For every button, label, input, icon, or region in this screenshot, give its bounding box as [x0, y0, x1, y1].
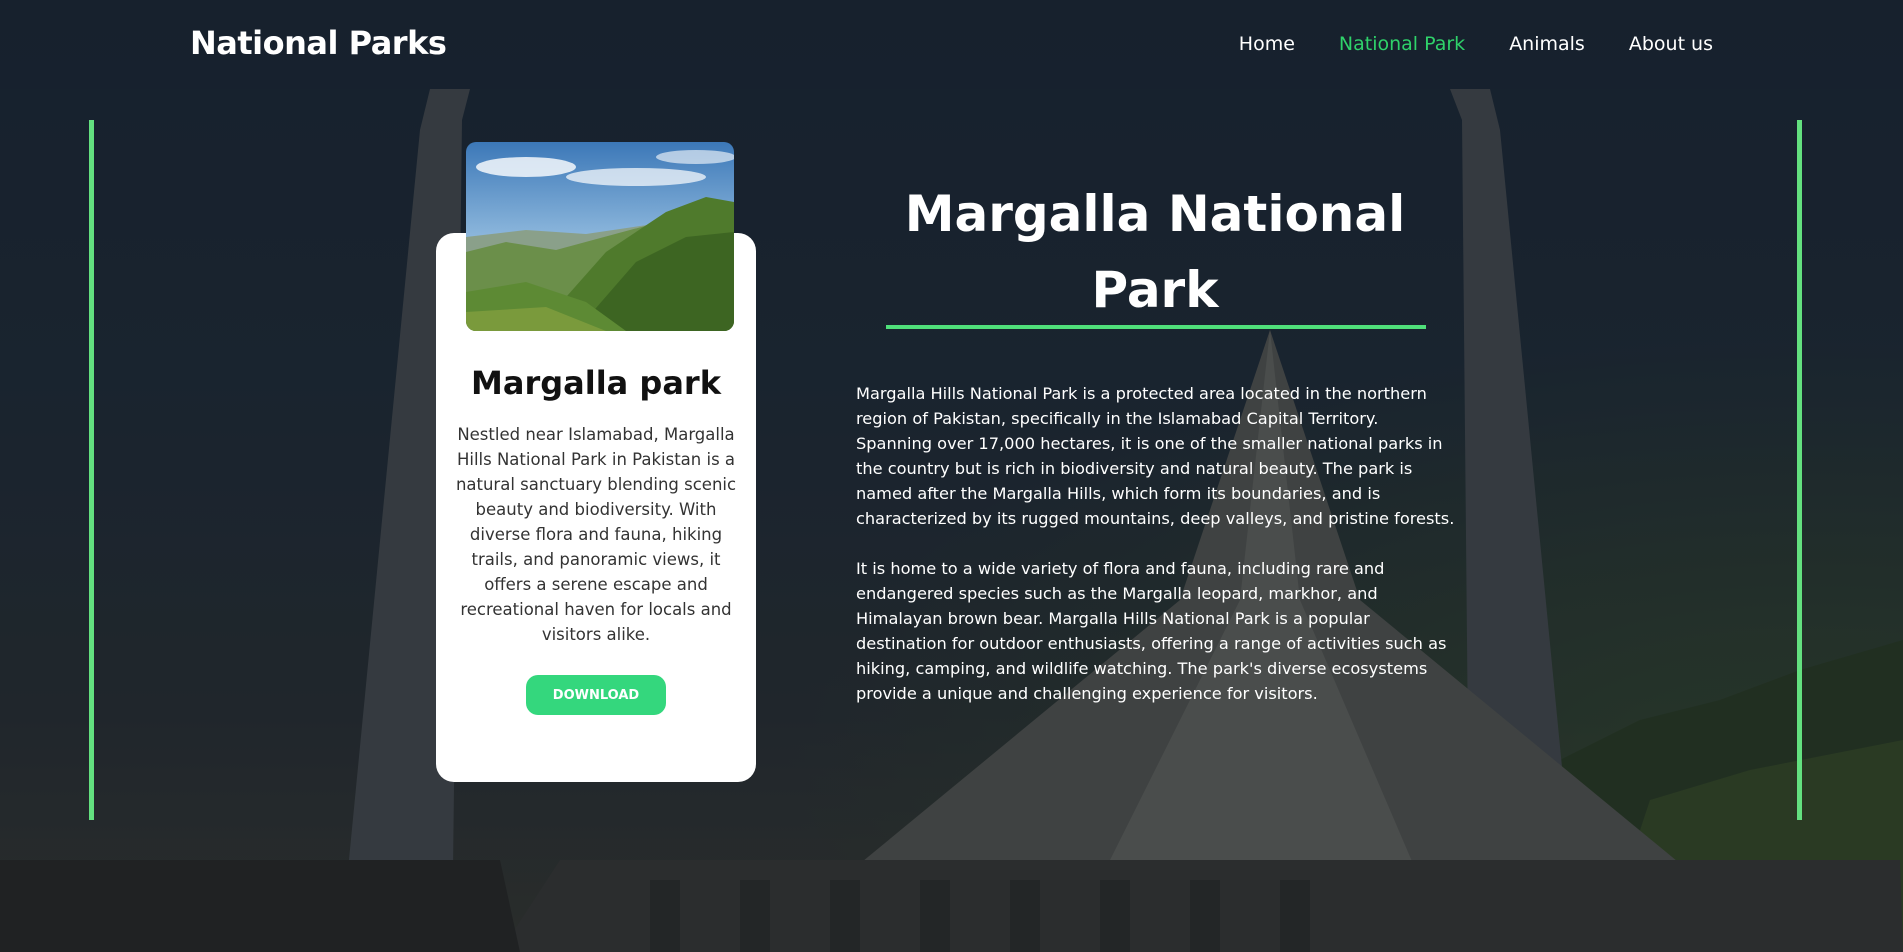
left-accent-line	[89, 120, 94, 820]
nav-link-national-park[interactable]: National Park	[1339, 33, 1465, 55]
park-card-description: Nestled near Islamabad, Margalla Hills N…	[455, 425, 737, 644]
park-card-title: Margalla park	[471, 364, 721, 402]
navbar: National Parks Home National Park Animal…	[0, 0, 1903, 89]
page-title: Margalla National Park	[904, 185, 1406, 319]
title-underline	[886, 325, 1426, 329]
nav-menu: Home National Park Animals About us	[1239, 33, 1713, 55]
park-card-image	[466, 142, 734, 331]
right-accent-line	[1797, 120, 1802, 820]
nav-link-home[interactable]: Home	[1239, 33, 1295, 55]
nav-link-about-us[interactable]: About us	[1629, 33, 1713, 55]
download-button[interactable]: DOWNLOAD	[526, 675, 666, 715]
mountain-landscape-icon	[466, 142, 734, 331]
intro-paragraph: Margalla Hills National Park is a protec…	[856, 384, 1455, 528]
nav-link-animals[interactable]: Animals	[1509, 33, 1585, 55]
site-brand[interactable]: National Parks	[190, 24, 447, 62]
wildlife-paragraph: It is home to a wide variety of flora an…	[856, 559, 1447, 703]
